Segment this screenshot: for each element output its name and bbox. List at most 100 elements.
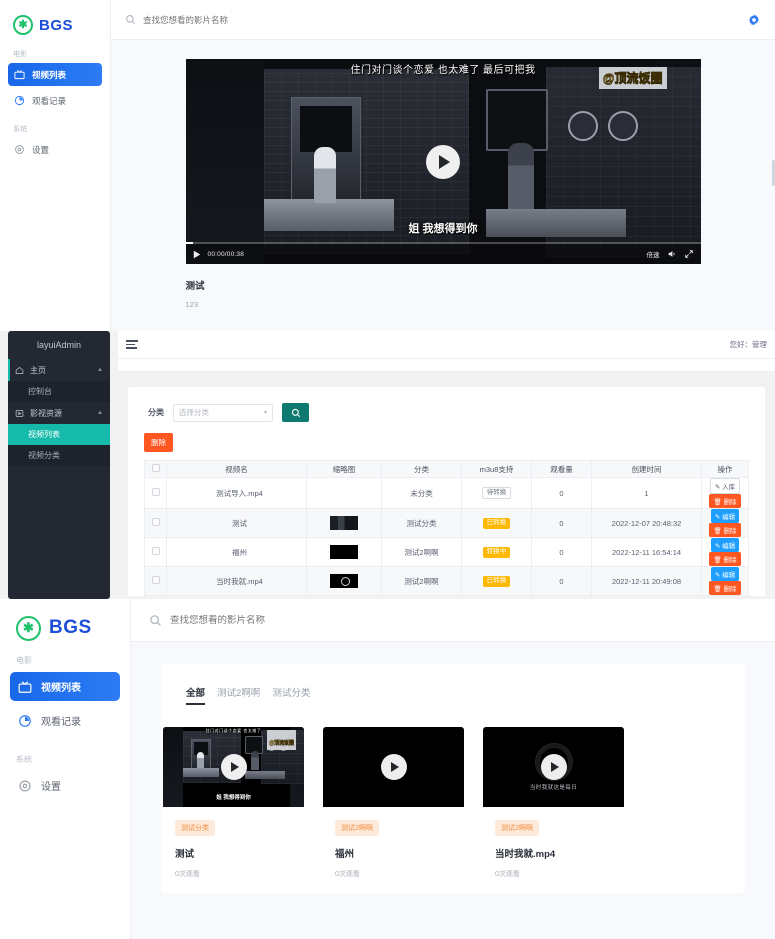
video-thumbnail[interactable]: 住门对门谈个恋爱 也太难了 @顶流饭圈 姐 我想得到你 bbox=[163, 727, 304, 807]
video-player[interactable]: 住门对门谈个恋爱 也太难了 最后可把我 @顶流饭圈 姐 我想得到你 00:00/… bbox=[185, 59, 701, 264]
admin-logo: layuiAdmin bbox=[36, 340, 82, 350]
table-header-actions: 操作 bbox=[701, 460, 749, 478]
search-input[interactable] bbox=[143, 14, 393, 25]
store-button[interactable]: ✎ 入库 bbox=[709, 478, 741, 494]
row-thumb bbox=[306, 566, 382, 596]
sidebar-item-video-list[interactable]: 视频列表 bbox=[8, 63, 102, 86]
sidebar-section-title-system: 系统 bbox=[16, 755, 32, 764]
sidebar-item-video-category[interactable]: 视频分类 bbox=[8, 445, 110, 466]
sidebar-item-watch-history[interactable]: 观看记录 bbox=[8, 89, 102, 112]
row-m3u8: 转换中 bbox=[461, 537, 532, 567]
sidebar-group-media[interactable]: 影视资源 ▲ bbox=[8, 402, 110, 424]
category-badge: 测试分类 bbox=[175, 820, 215, 836]
tv-icon bbox=[14, 70, 25, 80]
frontend-grid-page: ✱ BGS 电影 视频列表 观看记录 系统 设置 查找您想看的影片名称 全部 测… bbox=[0, 599, 775, 939]
thumbnail-image bbox=[330, 574, 358, 588]
video-thumbnail[interactable]: 当时我就这是每日 bbox=[483, 727, 624, 807]
frontend-main: 全部 测试2啊啊 测试分类 bbox=[131, 599, 775, 939]
row-created: 1 bbox=[591, 477, 702, 509]
volume-icon[interactable] bbox=[667, 249, 677, 259]
chevron-up-icon: ▲ bbox=[97, 410, 103, 416]
play-icon[interactable] bbox=[426, 144, 460, 179]
sidebar-item-settings[interactable]: 设置 bbox=[8, 138, 102, 161]
hamburger-icon[interactable] bbox=[126, 338, 138, 351]
media-icon bbox=[15, 409, 24, 417]
search-bar[interactable] bbox=[125, 14, 747, 25]
frontend-main: 住门对门谈个恋爱 也太难了 最后可把我 @顶流饭圈 姐 我想得到你 00:00/… bbox=[111, 0, 775, 331]
user-greeting: 您好：管理 bbox=[729, 340, 768, 349]
row-created: 2022-12-07 20:48:32 bbox=[591, 508, 702, 538]
card-body: 测试分类 测试 0次观看 bbox=[163, 807, 304, 893]
table-row[interactable]: 测试 测试分类 已转换 0 2022-12-07 20:48:32 ✎ 编辑 🗑… bbox=[144, 508, 749, 538]
sidebar-item-video-list[interactable]: 视频列表 bbox=[8, 424, 110, 445]
card-views: 0次观看 bbox=[175, 871, 200, 878]
search-input[interactable] bbox=[170, 614, 420, 626]
sidebar-group-home[interactable]: 主页 ▲ bbox=[8, 359, 110, 381]
sidebar-item-video-list[interactable]: 视频列表 bbox=[10, 672, 120, 701]
sidebar-item-watch-history[interactable]: 观看记录 bbox=[10, 706, 120, 735]
sidebar-item-label: 设置 bbox=[32, 144, 50, 155]
delete-button[interactable]: 🗑 删除 bbox=[709, 494, 741, 508]
admin-main: 您好：管理 分类 选择分类 ▾ 删除 视频名 缩略图 分类 m3u8支持 观看量… bbox=[118, 331, 775, 599]
table-header-created: 创建时间 bbox=[591, 460, 702, 478]
row-created: 2022-12-11 16:54:14 bbox=[591, 537, 702, 567]
player-body: 住门对门谈个恋爱 也太难了 最后可把我 @顶流饭圈 姐 我想得到你 00:00/… bbox=[111, 40, 775, 309]
card-title: 当时我就.mp4 bbox=[495, 849, 556, 860]
video-card[interactable]: 当时我就这是每日 测试2啊啊 当时我就.mp4 0次观看 bbox=[483, 727, 624, 893]
tab-category-2[interactable]: 测试2啊啊 bbox=[217, 685, 260, 705]
table-header-views: 观看量 bbox=[531, 460, 592, 478]
play-icon[interactable] bbox=[540, 754, 567, 780]
edit-button[interactable]: ✎ 编辑 bbox=[710, 509, 740, 523]
row-views: 0 bbox=[531, 537, 592, 567]
sidebar-section-title-movies: 电影 bbox=[16, 656, 32, 665]
row-name: 当时我就.mp4 bbox=[166, 566, 307, 596]
card-views: 0次观看 bbox=[495, 871, 520, 878]
grid-content: 全部 测试2啊啊 测试分类 住门对门谈个恋爱 也太难了 @顶流饭圈 姐 我想得到… bbox=[131, 642, 775, 893]
table-row[interactable]: 当时我就.mp4 测试2啊啊 已转换 0 2022-12-11 20:49:08… bbox=[144, 566, 749, 596]
frontend-topbar[interactable] bbox=[131, 599, 775, 642]
pie-clock-icon bbox=[14, 95, 25, 106]
video-thumbnail[interactable] bbox=[323, 727, 464, 807]
video-card[interactable]: 测试2啊啊 福州 0次观看 bbox=[323, 727, 464, 893]
table-row[interactable]: 福州 测试2啊啊 转换中 0 2022-12-11 16:54:14 ✎ 编辑 … bbox=[144, 537, 749, 567]
row-views: 0 bbox=[531, 566, 592, 596]
select-all-checkbox[interactable] bbox=[151, 464, 160, 472]
row-actions: ✎ 编辑 🗑 删除 bbox=[701, 508, 749, 538]
delete-button[interactable]: 🗑 删除 bbox=[709, 552, 741, 566]
row-views: 0 bbox=[531, 477, 592, 509]
status-badge: 已转换 bbox=[483, 517, 510, 529]
edit-button[interactable]: ✎ 编辑 bbox=[710, 567, 740, 581]
edit-button[interactable]: ✎ 编辑 bbox=[710, 538, 740, 552]
fullscreen-icon[interactable] bbox=[684, 249, 694, 259]
tab-category-test[interactable]: 测试分类 bbox=[272, 685, 310, 705]
delete-button[interactable]: 🗑 删除 bbox=[709, 581, 741, 595]
thumb-subtitle-bottom: 姐 我想得到你 bbox=[216, 795, 251, 801]
chevron-up-icon: ▲ bbox=[97, 367, 103, 373]
tab-all[interactable]: 全部 bbox=[186, 685, 206, 705]
play-icon[interactable] bbox=[380, 754, 407, 780]
settings-gear-icon[interactable] bbox=[747, 13, 761, 27]
video-card[interactable]: 住门对门谈个恋爱 也太难了 @顶流饭圈 姐 我想得到你 测试分类 测试 0次观看 bbox=[163, 727, 304, 893]
row-checkbox[interactable] bbox=[151, 576, 160, 584]
play-icon[interactable] bbox=[220, 754, 247, 780]
row-checkbox[interactable] bbox=[151, 488, 160, 496]
delete-button[interactable]: 🗑 删除 bbox=[709, 523, 741, 537]
sidebar-item-label: 观看记录 bbox=[41, 717, 81, 728]
gear-icon bbox=[19, 779, 31, 792]
table-row[interactable]: 测试导入.mp4 未分类 待转换 0 1 ✎ 入库 🗑 删除 bbox=[144, 477, 749, 509]
table-header-category: 分类 bbox=[381, 460, 462, 478]
sidebar-item-label: 观看记录 bbox=[32, 95, 67, 106]
batch-delete-button[interactable]: 删除 bbox=[144, 433, 173, 452]
category-select[interactable]: 选择分类 ▾ bbox=[173, 403, 273, 422]
play-icon-small[interactable] bbox=[193, 250, 201, 259]
row-thumb bbox=[306, 537, 382, 567]
video-meta: 测试 123 bbox=[186, 278, 701, 309]
search-button[interactable] bbox=[282, 403, 309, 422]
sidebar-item-settings[interactable]: 设置 bbox=[10, 771, 120, 800]
row-checkbox[interactable] bbox=[151, 547, 160, 555]
category-badge: 测试2啊啊 bbox=[495, 820, 539, 836]
admin-video-list-page: layuiAdmin 主页 ▲ 控制台 影视资源 ▲ 视频列表 视频分类 您好：… bbox=[0, 331, 775, 599]
playback-rate-button[interactable]: 倍速 bbox=[647, 249, 660, 259]
sidebar-item-console[interactable]: 控制台 bbox=[8, 381, 110, 402]
row-checkbox[interactable] bbox=[151, 518, 160, 526]
